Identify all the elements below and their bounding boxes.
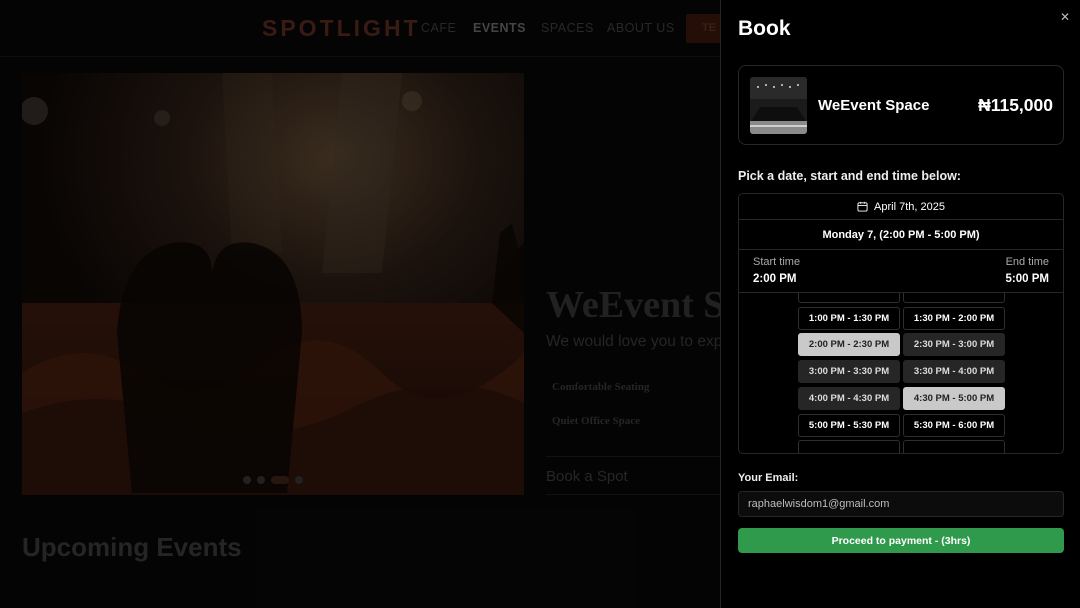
start-time-value: 2:00 PM (753, 273, 797, 285)
date-picker-button[interactable]: April 7th, 2025 (739, 194, 1063, 220)
time-slot[interactable] (798, 293, 900, 303)
time-slot[interactable] (798, 440, 900, 453)
time-slot[interactable]: 4:00 PM - 4:30 PM (798, 386, 900, 410)
time-slot[interactable]: 2:30 PM - 3:00 PM (903, 333, 1005, 357)
pick-instructions: Pick a date, start and end time below: (738, 169, 961, 183)
time-slot[interactable]: 5:00 PM - 5:30 PM (798, 413, 900, 437)
product-card: WeEvent Space ₦115,000 (738, 65, 1064, 145)
time-scheduler: April 7th, 2025 Monday 7, (2:00 PM - 5:0… (738, 193, 1064, 454)
selected-date: April 7th, 2025 (874, 200, 945, 213)
email-input[interactable] (738, 491, 1064, 517)
time-slot[interactable]: 4:30 PM - 5:00 PM (903, 386, 1005, 410)
venue-thumbnail (750, 77, 807, 134)
end-time-label: End time (1005, 256, 1049, 268)
end-time-value: 5:00 PM (1005, 273, 1049, 285)
calendar-icon (857, 201, 868, 212)
email-label: Your Email: (738, 472, 799, 484)
time-slot[interactable]: 5:30 PM - 6:00 PM (903, 413, 1005, 437)
time-slot[interactable] (903, 293, 1005, 303)
time-slot[interactable]: 3:00 PM - 3:30 PM (798, 360, 900, 384)
hall-image (750, 77, 807, 134)
time-slot[interactable]: 1:30 PM - 2:00 PM (903, 306, 1005, 330)
start-time-label: Start time (753, 256, 801, 268)
time-slot-list[interactable]: 1:00 PM - 1:30 PM 1:30 PM - 2:00 PM 2:00 P… (739, 292, 1063, 453)
proceed-to-payment-button[interactable]: Proceed to payment - (3hrs) (738, 528, 1064, 553)
product-name: WeEvent Space (818, 97, 930, 114)
day-summary: Monday 7, (2:00 PM - 5:00 PM) (739, 220, 1063, 250)
product-price: ₦115,000 (978, 95, 1053, 115)
close-icon[interactable]: ✕ (1059, 11, 1071, 23)
time-slot[interactable]: 3:30 PM - 4:00 PM (903, 360, 1005, 384)
modal-backdrop[interactable] (0, 0, 720, 608)
drawer-title: Book (738, 17, 791, 40)
booking-drawer: ✕ Book WeEvent Space ₦115,000 Pick a dat… (720, 0, 1080, 608)
time-slot[interactable] (903, 440, 1005, 453)
time-slot[interactable]: 2:00 PM - 2:30 PM (798, 333, 900, 357)
time-slot[interactable]: 1:00 PM - 1:30 PM (798, 306, 900, 330)
